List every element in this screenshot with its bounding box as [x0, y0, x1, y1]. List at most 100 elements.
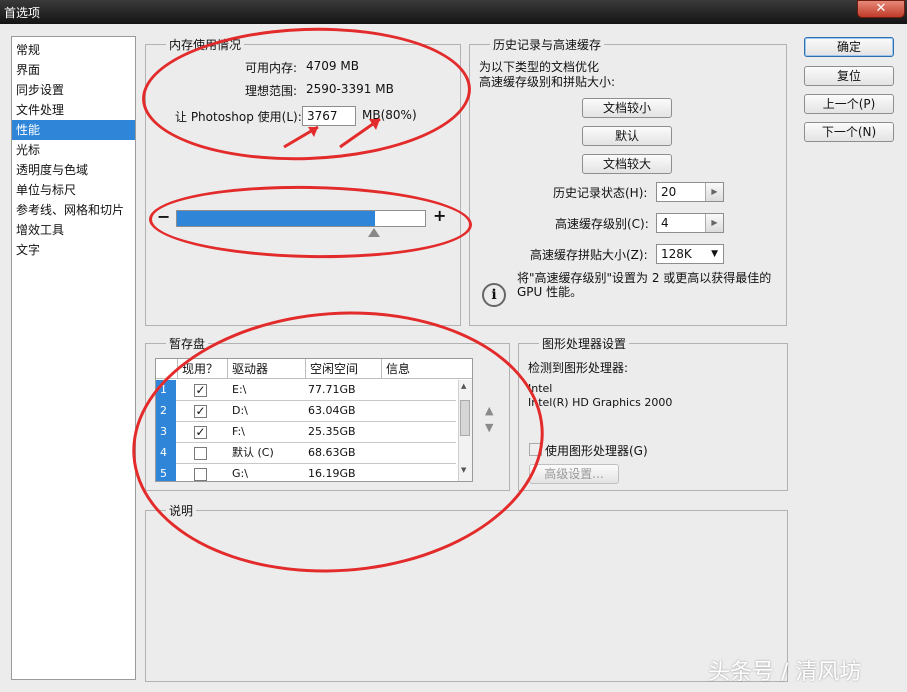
sidebar-item-plugins[interactable]: 增效工具 [12, 220, 135, 240]
table-row[interactable]: 4 ✓ 默认 (C) 68.63GB [156, 443, 456, 464]
header-info[interactable]: 信息 [382, 359, 472, 379]
cache-levels-spin-icon[interactable]: ▶ [705, 214, 723, 232]
sidebar-item-interface[interactable]: 界面 [12, 60, 135, 80]
close-icon: ✕ [875, 1, 887, 16]
row-number: 2 [156, 401, 176, 422]
drive-cell: 默认 (C) [232, 446, 274, 459]
available-memory-value: 4709 MB [306, 59, 359, 73]
header-free-space[interactable]: 空闲空间 [306, 359, 382, 379]
big-flat-docs-button[interactable]: 文档较大 [582, 154, 672, 174]
history-states-value: 20 [661, 185, 677, 199]
scratch-disks-table: 现用？ 驱动器 空闲空间 信息 1 ✓ E:\ 77.71GB 2 ✓ D:\ … [155, 358, 473, 482]
default-cache-button[interactable]: 默认 [582, 126, 672, 146]
chevron-down-icon: ▼ [711, 249, 718, 259]
decrease-icon[interactable]: − [157, 207, 170, 226]
sidebar-item-performance[interactable]: 性能 [12, 120, 135, 140]
memory-usage-legend: 内存使用情况 [166, 36, 245, 53]
table-row[interactable]: 2 ✓ D:\ 63.04GB [156, 401, 456, 422]
next-button[interactable]: 下一个(N) [804, 122, 894, 142]
checkmark-icon: ✓ [195, 383, 206, 397]
sidebar-item-cursors[interactable]: 光标 [12, 140, 135, 160]
sidebar-item-guides-grid-slices[interactable]: 参考线、网格和切片 [12, 200, 135, 220]
header-drive[interactable]: 驱动器 [228, 359, 306, 379]
annotation-arrows [283, 117, 381, 149]
history-states-spin-icon[interactable]: ▶ [705, 183, 723, 201]
sidebar: 常规 界面 同步设置 文件处理 性能 光标 透明度与色域 单位与标尺 参考线、网… [11, 36, 136, 680]
drive-cell: E:\ [232, 383, 247, 396]
row-number: 1 [156, 380, 176, 401]
available-memory-label: 可用内存: [245, 61, 298, 75]
free-space-cell: 68.63GB [308, 446, 356, 459]
active-checkbox[interactable]: ✓ [194, 447, 207, 460]
active-checkbox[interactable]: ✓ [194, 384, 207, 397]
history-states-input[interactable]: 20 ▶ [656, 182, 724, 202]
checkmark-icon: ✓ [195, 404, 206, 418]
gpu-model: Intel(R) HD Graphics 2000 [528, 396, 673, 409]
description-group [145, 510, 788, 682]
cache-tile-size-label: 高速缓存拼贴大小(Z): [530, 248, 648, 262]
sidebar-item-sync-settings[interactable]: 同步设置 [12, 80, 135, 100]
window-title: 首选项 [4, 6, 41, 20]
table-row[interactable]: 5 ✓ G:\ 16.19GB [156, 464, 456, 481]
increase-icon[interactable]: + [433, 206, 446, 225]
history-states-label: 历史记录状态(H): [553, 186, 648, 200]
sidebar-item-file-handling[interactable]: 文件处理 [12, 100, 135, 120]
active-checkbox[interactable]: ✓ [194, 426, 207, 439]
use-gpu-label: 使用图形处理器(G) [545, 444, 648, 458]
scroll-up-icon[interactable]: ▲ [461, 382, 466, 390]
sidebar-item-type[interactable]: 文字 [12, 240, 135, 260]
title-bar: 首选项 ✕ [0, 0, 907, 24]
drive-cell: F:\ [232, 425, 245, 438]
memory-slider-fill [177, 211, 375, 226]
table-row[interactable]: 3 ✓ F:\ 25.35GB [156, 422, 456, 443]
free-space-cell: 25.35GB [308, 425, 356, 438]
checkmark-icon: ✓ [195, 425, 206, 439]
drive-cell: D:\ [232, 404, 248, 417]
sidebar-item-transparency-gamut[interactable]: 透明度与色域 [12, 160, 135, 180]
active-checkbox[interactable]: ✓ [194, 405, 207, 418]
move-down-icon[interactable]: ▼ [485, 421, 493, 434]
active-checkbox[interactable]: ✓ [194, 468, 207, 481]
free-space-cell: 77.71GB [308, 383, 356, 396]
move-up-icon[interactable]: ▲ [485, 404, 493, 417]
scroll-thumb[interactable] [460, 400, 470, 436]
cache-tile-size-select[interactable]: 128K ▼ [656, 244, 724, 264]
header-spacer [156, 359, 178, 379]
memory-usage-group [145, 44, 461, 326]
row-number: 4 [156, 443, 176, 464]
cache-levels-label: 高速缓存级别(C): [555, 217, 649, 231]
tall-thin-docs-button[interactable]: 文档较小 [582, 98, 672, 118]
advanced-settings-button[interactable]: 高级设置... [529, 464, 619, 484]
close-button[interactable]: ✕ [857, 0, 905, 18]
scratch-disks-legend: 暂存盘 [166, 335, 209, 352]
gpu-settings-legend: 图形处理器设置 [539, 335, 630, 352]
cache-tile-size-value: 128K [661, 247, 692, 261]
cache-levels-value: 4 [661, 216, 669, 230]
ok-button[interactable]: 确定 [804, 37, 894, 57]
drive-cell: G:\ [232, 467, 248, 480]
description-legend: 说明 [166, 502, 197, 519]
reset-button[interactable]: 复位 [804, 66, 894, 86]
prev-button[interactable]: 上一个(P) [804, 94, 894, 114]
table-row[interactable]: 1 ✓ E:\ 77.71GB [156, 380, 456, 401]
free-space-cell: 63.04GB [308, 404, 356, 417]
row-number: 5 [156, 464, 176, 481]
cache-levels-input[interactable]: 4 ▶ [656, 213, 724, 233]
row-number: 3 [156, 422, 176, 443]
free-space-cell: 16.19GB [308, 467, 356, 480]
sidebar-item-units-rulers[interactable]: 单位与标尺 [12, 180, 135, 200]
ideal-range-value: 2590-3391 MB [306, 82, 394, 96]
gpu-cache-tip: 将"高速缓存级别"设置为 2 或更高以获得最佳的 GPU 性能。 [517, 271, 772, 299]
scroll-down-icon[interactable]: ▼ [461, 466, 466, 474]
info-icon: i [482, 283, 506, 307]
ideal-range-label: 理想范围: [245, 84, 298, 98]
detected-gpu-label: 检测到图形处理器: [528, 361, 629, 375]
use-gpu-checkbox[interactable] [529, 443, 542, 456]
memory-slider-thumb[interactable] [368, 228, 380, 237]
header-active[interactable]: 现用？ [178, 359, 228, 379]
sidebar-item-general[interactable]: 常规 [12, 40, 135, 60]
memory-slider-track[interactable] [176, 210, 426, 227]
gpu-vendor: Intel [528, 382, 553, 395]
history-cache-legend: 历史记录与高速缓存 [490, 36, 605, 53]
table-scrollbar[interactable]: ▲ ▼ [458, 380, 472, 481]
